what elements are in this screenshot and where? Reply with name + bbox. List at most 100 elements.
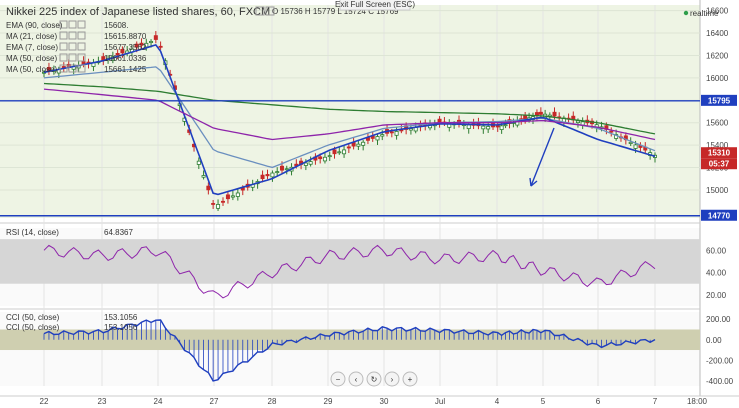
time-tick-label: 5 — [541, 397, 546, 406]
chart-control-label: › — [391, 375, 394, 384]
legend-value: 15661.0336 — [104, 54, 147, 63]
candle-body — [206, 185, 211, 191]
rsi-value: 64.8367 — [104, 228, 133, 237]
legend-value: 15661.1425 — [104, 65, 147, 74]
legend-label: MA (50, close) — [6, 54, 57, 63]
candle-body — [633, 144, 638, 149]
candle-body — [153, 35, 158, 40]
legend-label: EMA (7, close) — [6, 43, 58, 52]
cci-value: 153.1056 — [104, 313, 138, 322]
legend-value: 15677.3562 — [104, 43, 147, 52]
candle-body — [380, 134, 385, 137]
chart-control-label: − — [336, 375, 341, 384]
candle-body — [628, 141, 633, 144]
candle-body — [466, 124, 471, 130]
candle-body — [337, 151, 342, 154]
candle-body — [538, 111, 543, 115]
cci-tick-label: -400.00 — [706, 377, 734, 386]
rsi-label: RSI (14, close) — [6, 228, 59, 237]
cci-tick-label: 200.00 — [706, 315, 731, 324]
cci-tick-label: 0.00 — [706, 336, 722, 345]
time-tick-label: 24 — [154, 397, 163, 406]
cci-value: 153.1056 — [104, 323, 138, 332]
price-tag-label: 15310 — [708, 149, 731, 158]
time-tick-label: 27 — [210, 397, 219, 406]
exit-fullscreen-label: Exit Full Screen (ESC) — [335, 0, 415, 9]
legend-label: MA (50, close) — [6, 65, 57, 74]
candle-body — [523, 115, 528, 120]
candle-body — [216, 204, 221, 209]
candle-body — [279, 165, 284, 171]
candle-body — [270, 172, 275, 178]
candle-body — [575, 120, 580, 124]
chart-control-label: + — [408, 375, 413, 384]
candle-body — [552, 111, 557, 117]
candle-body — [308, 161, 313, 165]
price-tag-label: 05:37 — [709, 160, 730, 169]
candle-body — [332, 149, 337, 155]
cci-label: CCI (50, close) — [6, 313, 60, 322]
candle-body — [394, 131, 399, 136]
price-tick-label: 15600 — [706, 119, 729, 128]
price-tag-label: 15795 — [708, 96, 731, 105]
chart-root: 1500015200154001560015800160001620016400… — [0, 0, 739, 408]
time-tick-label: 22 — [40, 397, 49, 406]
candle-body — [486, 126, 491, 130]
candle-body — [609, 130, 614, 133]
time-tick-label: 18:00 — [687, 397, 708, 406]
time-tick-label: 4 — [495, 397, 500, 406]
price-tag-label: 14770 — [708, 211, 731, 220]
candle-body — [303, 162, 308, 166]
candle-body — [503, 124, 508, 127]
candle-body — [481, 125, 486, 130]
time-tick-label: Jul — [435, 397, 445, 406]
candle-body — [275, 171, 280, 173]
candle-body — [235, 192, 240, 197]
candle-body — [284, 168, 289, 171]
candle-body — [211, 203, 216, 205]
rsi-tick-label: 20.00 — [706, 291, 727, 300]
candle-body — [201, 175, 206, 178]
time-tick-label: 7 — [653, 397, 658, 406]
cci-label: CCI (50, close) — [6, 323, 60, 332]
time-tick-label: 29 — [324, 397, 333, 406]
candle-body — [225, 194, 230, 200]
chart-control-label: ‹ — [355, 375, 358, 384]
candle-body — [322, 156, 327, 162]
candle-body — [361, 141, 366, 146]
legend-label: MA (21, close) — [6, 32, 57, 41]
candle-body — [342, 149, 347, 155]
time-tick-label: 30 — [380, 397, 389, 406]
candle-body — [220, 200, 225, 203]
time-tick-label: 6 — [596, 397, 601, 406]
candle-body — [318, 156, 323, 160]
price-tick-label: 16400 — [706, 29, 729, 38]
candle-body — [230, 195, 235, 198]
candle-body — [346, 146, 351, 149]
chart-canvas[interactable]: 1500015200154001560015800160001620016400… — [0, 0, 739, 408]
legend-value: 15615.8870 — [104, 32, 147, 41]
legend-label: EMA (90, close) — [6, 21, 63, 30]
candle-body — [375, 136, 380, 141]
candle-body — [265, 174, 270, 177]
legend-value: 15608. — [104, 21, 128, 30]
candle-body — [149, 41, 154, 43]
candle-body — [158, 45, 163, 48]
candle-body — [389, 131, 394, 134]
rsi-band — [0, 239, 700, 284]
time-tick-label: 28 — [268, 397, 277, 406]
price-tick-label: 16000 — [706, 74, 729, 83]
candle-body — [356, 143, 361, 147]
candle-body — [196, 160, 201, 165]
candle-body — [499, 125, 504, 130]
chart-title: Nikkei 225 index of Japanese listed shar… — [6, 6, 270, 18]
candle-body — [260, 174, 265, 180]
time-tick-label: 23 — [98, 397, 107, 406]
realtime-label: realtime — [690, 9, 719, 18]
price-tick-label: 15000 — [706, 186, 729, 195]
cci-tick-label: -200.00 — [706, 356, 734, 365]
realtime-dot — [683, 10, 689, 16]
chart-control-label: ↻ — [371, 375, 378, 384]
candle-body — [327, 155, 332, 158]
rsi-tick-label: 40.00 — [706, 269, 727, 278]
